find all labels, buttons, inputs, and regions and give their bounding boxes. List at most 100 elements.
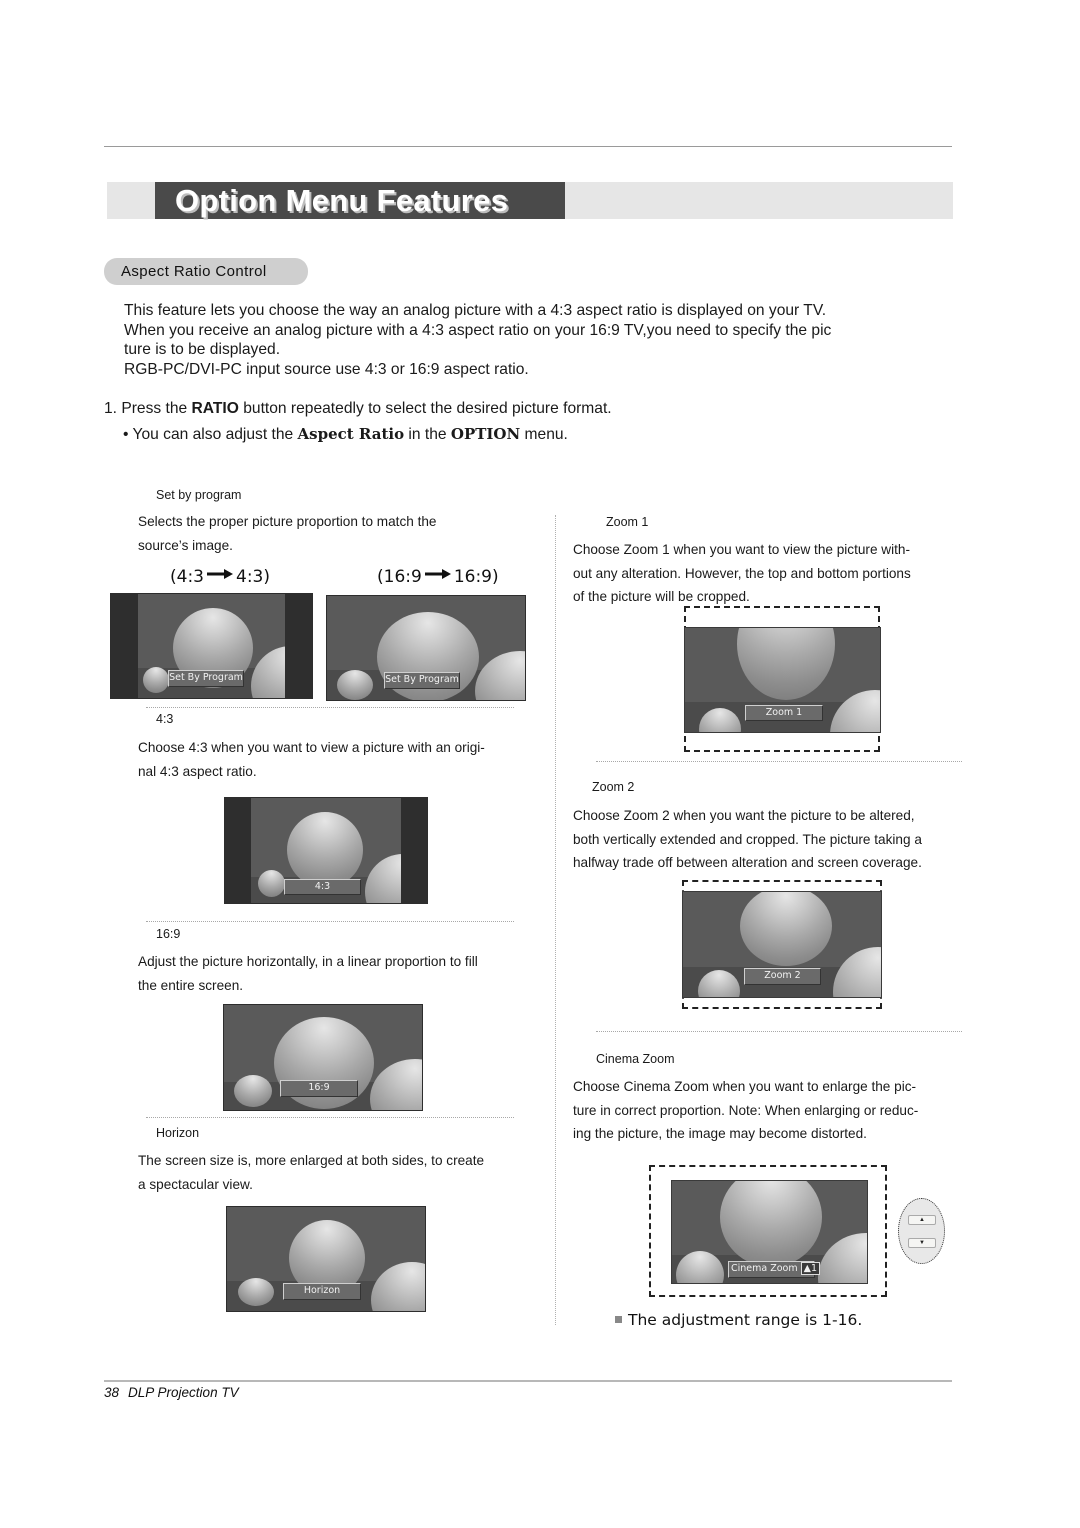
desc-line: Selects the proper picture proportion to… [138, 514, 437, 529]
step-bullet: • You can also adjust the Aspect Ratio i… [123, 424, 568, 445]
picture-sphere [234, 1075, 272, 1107]
desc-line: nal 4:3 aspect ratio. [138, 763, 257, 779]
divider [596, 761, 962, 762]
down-button[interactable]: ▼ [908, 1238, 936, 1248]
step-1: 1. Press the RATIO button repeatedly to … [104, 399, 612, 419]
ratio-label-4-3: (4:3 4:3) [170, 567, 270, 587]
picture-sphere [830, 690, 880, 732]
divider [146, 707, 514, 708]
picture-sphere [737, 628, 835, 700]
option-menu-term: OPTION [450, 425, 521, 443]
desc-line: out any alteration. However, the top and… [573, 565, 911, 581]
mode-desc-cinema-zoom: Choose Cinema Zoom when you want to enla… [573, 1075, 918, 1146]
footer: 38 DLP Projection TV [104, 1385, 239, 1400]
arrow-right-icon [424, 569, 451, 579]
triangle-down-icon: ▼ [919, 1240, 925, 1246]
picture-sphere [370, 1059, 422, 1110]
desc-line: Choose Cinema Zoom when you want to enla… [573, 1079, 917, 1094]
desc-line: ture in correct proportion. Note: When e… [573, 1102, 919, 1118]
mode-heading-horizon: Horizon [156, 1126, 200, 1140]
arrow-right-icon [207, 569, 233, 579]
ratio-from: (16:9 [377, 567, 422, 587]
picture-sphere [720, 1181, 822, 1267]
desc-line: of the picture will be cropped. [573, 589, 750, 604]
mode-desc-16-9: Adjust the picture horizontally, in a li… [138, 950, 478, 997]
desc-line: Adjust the picture horizontally, in a li… [138, 954, 478, 969]
osd-label: Horizon [283, 1283, 361, 1300]
osd-value: ▲1 [800, 1262, 821, 1275]
ratio-label-16-9: (16:9 16:9) [377, 567, 499, 587]
tv-picture-zoom-1: Zoom 1 [684, 627, 881, 733]
picture-sphere [337, 670, 373, 700]
aspect-ratio-term: Aspect Ratio [297, 425, 405, 443]
bullet-text: menu. [520, 426, 568, 443]
ratio-key: RATIO [191, 400, 239, 417]
picture-sphere [818, 1233, 867, 1283]
osd-label: Zoom 1 [745, 705, 823, 721]
mode-heading-zoom-1: Zoom 1 [606, 515, 649, 529]
ratio-to: 4:3) [236, 567, 270, 587]
adjustment-note: The adjustment range is 1-16. [615, 1311, 862, 1329]
osd-label: Set By Program [168, 670, 244, 687]
desc-line: Choose Zoom 1 when you want to view the … [573, 542, 910, 557]
up-button[interactable]: ▲ [908, 1215, 936, 1225]
ratio-from: (4:3 [170, 567, 204, 587]
tv-picture-16-9: 16:9 [223, 1004, 423, 1111]
osd-label: Set By Program [384, 672, 460, 689]
ratio-to: 16:9) [453, 567, 499, 587]
picture-sphere [258, 870, 285, 897]
section-heading: Aspect Ratio Control [104, 258, 308, 285]
mode-desc-zoom-1: Choose Zoom 1 when you want to view the … [573, 538, 911, 609]
mode-desc-zoom-2: Choose Zoom 2 when you want the picture … [573, 804, 922, 875]
mode-heading-4-3: 4:3 [156, 712, 174, 726]
page-number: 38 [104, 1385, 120, 1400]
picture-sphere [238, 1278, 274, 1306]
osd-label: Zoom 2 [744, 968, 821, 985]
footer-rule [104, 1380, 952, 1382]
tv-picture-4-3: 4:3 [224, 797, 428, 904]
intro-paragraph: This feature lets you choose the way an … [124, 301, 924, 379]
divider [596, 1031, 962, 1032]
square-bullet-icon [615, 1316, 622, 1323]
bullet-text: • You can also adjust the [123, 426, 298, 443]
desc-line: ing the picture, the image may become di… [573, 1126, 867, 1141]
desc-line: Choose Zoom 2 when you want the picture … [573, 808, 915, 823]
desc-line: Choose 4:3 when you want to view a pictu… [138, 740, 485, 755]
footer-title: DLP Projection TV [128, 1385, 239, 1400]
mode-heading-cinema-zoom: Cinema Zoom [596, 1052, 675, 1066]
desc-line: The screen size is, more enlarged at bot… [138, 1153, 485, 1168]
tv-picture-horizon: Horizon [226, 1206, 426, 1312]
picture-sphere [371, 1262, 425, 1311]
header-rule [104, 146, 952, 147]
pillarbox-bar [285, 594, 312, 698]
tv-picture-cinema-zoom: Cinema Zoom ▲1 [671, 1180, 868, 1284]
intro-line: RGB-PC/DVI-PC input source use 4:3 or 16… [124, 360, 529, 378]
picture-sphere [740, 892, 832, 966]
mode-heading-zoom-2: Zoom 2 [592, 780, 635, 794]
desc-line: source’s image. [138, 537, 233, 553]
picture-sphere [833, 947, 881, 997]
intro-line: When you receive an analog picture with … [124, 321, 832, 339]
mode-desc-4-3: Choose 4:3 when you want to view a pictu… [138, 736, 485, 783]
step-text: button repeatedly to select the desired … [238, 400, 612, 417]
osd-label: 4:3 [284, 879, 361, 895]
osd-label: Cinema Zoom ▲1 [728, 1261, 821, 1278]
note-text: The adjustment range is 1-16. [628, 1311, 863, 1329]
mode-desc-set-by-program: Selects the proper picture proportion to… [138, 510, 436, 557]
osd-label: 16:9 [280, 1080, 358, 1097]
step-text: 1. Press the [104, 400, 192, 417]
triangle-up-icon: ▲ [919, 1217, 925, 1223]
mode-heading-set-by-program: Set by program [156, 488, 242, 502]
desc-line: halfway trade off between alteration and… [573, 855, 922, 870]
picture-sphere [287, 812, 363, 888]
desc-line: a spectacular view. [138, 1176, 253, 1192]
tv-picture-set-by-program-4-3: Set By Program [110, 593, 313, 699]
intro-line: ture is to be displayed. [124, 341, 281, 358]
pillarbox-bar [401, 798, 427, 903]
page-title: Option Menu Features [155, 182, 565, 219]
up-down-button-pad: ▲ ▼ [898, 1198, 945, 1264]
osd-label-text: Cinema Zoom [731, 1263, 798, 1274]
mode-heading-16-9: 16:9 [156, 927, 181, 941]
tv-picture-set-by-program-16-9: Set By Program [326, 595, 526, 701]
desc-line: both vertically extended and cropped. Th… [573, 831, 922, 847]
